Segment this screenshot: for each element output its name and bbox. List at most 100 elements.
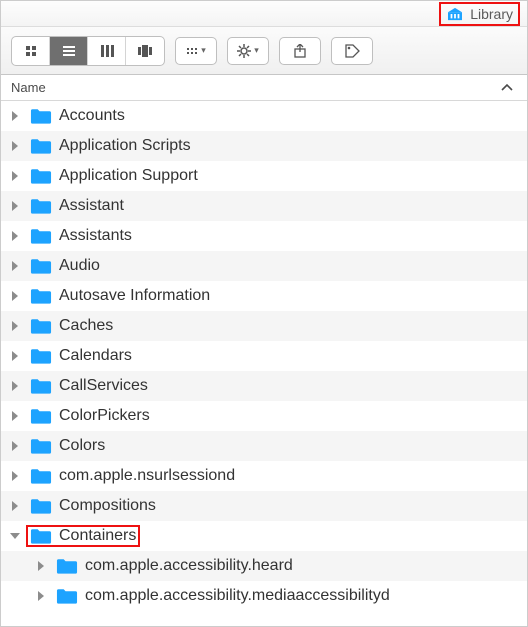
folder-icon bbox=[30, 137, 52, 155]
item-label-wrap: ColorPickers bbox=[28, 407, 152, 425]
disclosure-down-icon[interactable] bbox=[9, 530, 21, 542]
item-label: Accounts bbox=[59, 107, 125, 125]
item-label: com.apple.accessibility.mediaaccessibili… bbox=[85, 587, 390, 605]
list-item[interactable]: CallServices bbox=[1, 371, 527, 401]
share-icon bbox=[293, 44, 307, 58]
chevron-down-icon: ▾ bbox=[254, 45, 259, 56]
item-label: com.apple.nsurlsessiond bbox=[59, 467, 235, 485]
item-label-wrap: com.apple.accessibility.heard bbox=[54, 557, 295, 575]
folder-icon bbox=[56, 557, 78, 575]
disclosure-right-icon[interactable] bbox=[9, 140, 21, 152]
item-label-wrap: Autosave Information bbox=[28, 287, 212, 305]
item-label: Colors bbox=[59, 437, 105, 455]
disclosure-right-icon[interactable] bbox=[9, 200, 21, 212]
disclosure-right-icon[interactable] bbox=[9, 110, 21, 122]
item-label: Application Support bbox=[59, 167, 198, 185]
folder-icon bbox=[30, 437, 52, 455]
disclosure-right-icon[interactable] bbox=[9, 320, 21, 332]
grid-icon bbox=[25, 45, 37, 57]
library-folder-icon bbox=[446, 7, 464, 21]
arrange-icon bbox=[186, 47, 198, 55]
arrange-button[interactable]: ▾ bbox=[175, 37, 217, 65]
item-label-wrap: Assistant bbox=[28, 197, 126, 215]
sort-caret-up-icon bbox=[501, 83, 513, 92]
folder-icon bbox=[30, 497, 52, 515]
view-coverflow-button[interactable] bbox=[126, 37, 164, 65]
item-label: Assistant bbox=[59, 197, 124, 215]
disclosure-right-icon[interactable] bbox=[9, 470, 21, 482]
list-item[interactable]: com.apple.accessibility.heard bbox=[1, 551, 527, 581]
list-item[interactable]: Autosave Information bbox=[1, 281, 527, 311]
item-label-wrap: Containers bbox=[28, 527, 138, 545]
folder-icon bbox=[30, 527, 52, 545]
disclosure-right-icon[interactable] bbox=[9, 230, 21, 242]
folder-icon bbox=[30, 407, 52, 425]
item-label-wrap: Application Support bbox=[28, 167, 200, 185]
item-label: Compositions bbox=[59, 497, 156, 515]
item-label: Containers bbox=[59, 527, 136, 545]
item-label: Caches bbox=[59, 317, 113, 335]
folder-icon bbox=[56, 587, 78, 605]
item-label-wrap: CallServices bbox=[28, 377, 150, 395]
chevron-down-icon: ▾ bbox=[201, 45, 206, 56]
folder-icon bbox=[30, 197, 52, 215]
item-label: ColorPickers bbox=[59, 407, 150, 425]
folder-icon bbox=[30, 257, 52, 275]
item-label: Assistants bbox=[59, 227, 132, 245]
item-label-wrap: Accounts bbox=[28, 107, 127, 125]
coverflow-icon bbox=[138, 44, 152, 58]
list-item[interactable]: Accounts bbox=[1, 101, 527, 131]
disclosure-right-icon[interactable] bbox=[9, 380, 21, 392]
path-folder-label: Library bbox=[470, 6, 513, 22]
list-item[interactable]: Containers bbox=[1, 521, 527, 551]
list-item[interactable]: ColorPickers bbox=[1, 401, 527, 431]
disclosure-right-icon[interactable] bbox=[9, 170, 21, 182]
list-item[interactable]: Audio bbox=[1, 251, 527, 281]
item-label-wrap: Assistants bbox=[28, 227, 134, 245]
disclosure-right-icon[interactable] bbox=[9, 290, 21, 302]
item-label: CallServices bbox=[59, 377, 148, 395]
disclosure-right-icon[interactable] bbox=[9, 350, 21, 362]
list-item[interactable]: Assistant bbox=[1, 191, 527, 221]
disclosure-right-icon[interactable] bbox=[35, 560, 47, 572]
view-icon-button[interactable] bbox=[12, 37, 50, 65]
item-label-wrap: com.apple.nsurlsessiond bbox=[28, 467, 237, 485]
tags-button[interactable] bbox=[331, 37, 373, 65]
folder-icon bbox=[30, 167, 52, 185]
item-label-wrap: Colors bbox=[28, 437, 107, 455]
tag-icon bbox=[345, 44, 360, 58]
item-label: Audio bbox=[59, 257, 100, 275]
view-list-button[interactable] bbox=[50, 37, 88, 65]
list-item[interactable]: Application Scripts bbox=[1, 131, 527, 161]
list-item[interactable]: Compositions bbox=[1, 491, 527, 521]
action-button[interactable]: ▾ bbox=[227, 37, 269, 65]
disclosure-right-icon[interactable] bbox=[9, 500, 21, 512]
item-label: Autosave Information bbox=[59, 287, 210, 305]
item-label-wrap: Calendars bbox=[28, 347, 134, 365]
titlebar: Library bbox=[1, 1, 527, 27]
disclosure-right-icon[interactable] bbox=[9, 440, 21, 452]
item-label-wrap: Caches bbox=[28, 317, 115, 335]
view-column-button[interactable] bbox=[88, 37, 126, 65]
column-name-label: Name bbox=[11, 80, 46, 95]
item-label-wrap: Compositions bbox=[28, 497, 158, 515]
path-folder-library[interactable]: Library bbox=[442, 5, 517, 23]
view-switcher bbox=[11, 36, 165, 66]
disclosure-right-icon[interactable] bbox=[9, 260, 21, 272]
list-item[interactable]: com.apple.nsurlsessiond bbox=[1, 461, 527, 491]
file-list: Accounts Application Scripts Application S… bbox=[1, 101, 527, 611]
folder-icon bbox=[30, 287, 52, 305]
list-item[interactable]: Colors bbox=[1, 431, 527, 461]
item-label: com.apple.accessibility.heard bbox=[85, 557, 293, 575]
column-header[interactable]: Name bbox=[1, 75, 527, 101]
toolbar: ▾ ▾ bbox=[1, 27, 527, 75]
disclosure-right-icon[interactable] bbox=[9, 410, 21, 422]
list-item[interactable]: com.apple.accessibility.mediaaccessibili… bbox=[1, 581, 527, 611]
list-item[interactable]: Calendars bbox=[1, 341, 527, 371]
gear-icon bbox=[237, 44, 251, 58]
disclosure-right-icon[interactable] bbox=[35, 590, 47, 602]
list-item[interactable]: Caches bbox=[1, 311, 527, 341]
list-item[interactable]: Application Support bbox=[1, 161, 527, 191]
list-item[interactable]: Assistants bbox=[1, 221, 527, 251]
share-button[interactable] bbox=[279, 37, 321, 65]
